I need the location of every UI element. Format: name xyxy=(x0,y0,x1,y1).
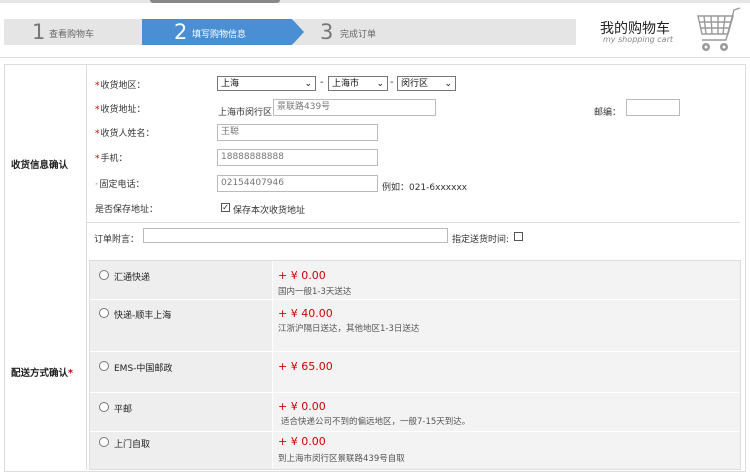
order-note-label: 订单附言： xyxy=(94,235,140,245)
required-star: * xyxy=(95,81,100,91)
shipping-section-title: 配送方式确认* xyxy=(11,365,73,379)
shipping-section-label: 配送方式确认 xyxy=(11,368,69,379)
mobile-input[interactable]: 18888888888 xyxy=(217,149,378,166)
shipping-option-info-cell: + ¥ 0.00 国内一般1-3天送达 xyxy=(273,261,740,299)
mobile-label: *手机： xyxy=(95,151,128,164)
step-label: 填写购物信息 xyxy=(192,30,247,40)
shipping-option-name-cell: 快递-顺丰上海 xyxy=(90,300,273,351)
shipping-option-price: + ¥ 0.00 xyxy=(278,269,326,282)
receiver-section-title: 收货信息确认 xyxy=(11,160,69,171)
shipping-option-radio[interactable] xyxy=(99,437,109,447)
shipping-option-row[interactable]: 汇通快递 + ¥ 0.00 国内一般1-3天送达 xyxy=(90,261,740,300)
step-fill-info[interactable]: 2 填写购物信息 xyxy=(142,19,292,45)
active-step-arrow xyxy=(292,19,304,45)
city-value: 上海市 xyxy=(332,79,360,89)
shipping-option-info-cell: + ¥ 0.00 到上海市闵行区景联路439号自取 xyxy=(273,432,740,469)
district-select[interactable]: 闵行区 ⌄ xyxy=(397,76,456,91)
region-separator: - xyxy=(390,77,394,88)
shipping-option-name: EMS-中国邮政 xyxy=(114,364,173,374)
header-divider xyxy=(0,57,750,58)
optional-mark: * xyxy=(95,181,99,189)
shipping-option-name-cell: 上门自取 xyxy=(90,432,273,469)
name-label-text: 收货人姓名： xyxy=(100,129,155,139)
shipping-option-name-cell: EMS-中国邮政 xyxy=(90,352,273,392)
shipping-option-name-cell: 汇通快递 xyxy=(90,261,273,299)
region-label: *收货地区： xyxy=(95,78,146,91)
mobile-label-text: 手机： xyxy=(100,154,128,164)
shipping-option-desc: 到上海市闵行区景联路439号自取 xyxy=(278,454,405,464)
step-number: 3 xyxy=(320,20,334,44)
shipping-option-name-cell: 平邮 xyxy=(90,393,273,431)
shopping-cart-icon xyxy=(697,7,741,51)
order-note-input[interactable] xyxy=(143,228,448,243)
shipping-option-name: 上门自取 xyxy=(114,440,151,450)
step-number: 1 xyxy=(32,20,46,44)
district-value: 闵行区 xyxy=(401,79,429,89)
address-label-text: 收货地址： xyxy=(100,105,146,115)
save-address-checkbox-label[interactable]: 保存本次收货地址 xyxy=(233,203,305,216)
shipping-option-row[interactable]: 上门自取 + ¥ 0.00 到上海市闵行区景联路439号自取 xyxy=(90,432,740,469)
shipping-option-desc: 国内一般1-3天送达 xyxy=(278,287,352,297)
region-label-text: 收货地区： xyxy=(100,81,146,91)
shipping-option-row[interactable]: EMS-中国邮政 + ¥ 65.00 xyxy=(90,352,740,393)
shipping-options-table: 汇通快递 + ¥ 0.00 国内一般1-3天送达 快递-顺丰上海 + ¥ 40.… xyxy=(89,260,741,470)
city-select[interactable]: 上海市 ⌄ xyxy=(328,76,388,91)
address-label: *收货地址： xyxy=(95,102,146,115)
step-number: 2 xyxy=(174,20,188,44)
zip-label: 邮编： xyxy=(594,108,622,118)
shipping-option-desc: 适合快递公司不到的偏远地区，一般7-15天到达。 xyxy=(281,417,471,427)
shipping-option-row[interactable]: 平邮 + ¥ 0.00 适合快递公司不到的偏远地区，一般7-15天到达。 xyxy=(90,393,740,432)
phone-label-text: 固定电话： xyxy=(99,180,145,190)
name-input[interactable]: 王聪 xyxy=(217,124,378,141)
phone-example: 例如：021-6xxxxxx xyxy=(382,183,468,193)
shipping-option-radio[interactable] xyxy=(99,361,109,371)
save-address-checkbox[interactable]: ✓ xyxy=(221,203,230,212)
chevron-down-icon: ⌄ xyxy=(304,79,312,89)
chevron-down-icon: ⌄ xyxy=(376,79,384,89)
shipping-option-radio[interactable] xyxy=(99,402,109,412)
province-select[interactable]: 上海 ⌄ xyxy=(217,76,316,91)
zip-input[interactable] xyxy=(626,99,680,116)
checkout-steps: 1 查看购物车 2 填写购物信息 3 完成订单 xyxy=(4,19,576,45)
cart-subtitle: my shopping cart xyxy=(603,35,673,44)
shipping-option-name: 汇通快递 xyxy=(114,273,151,283)
step-label: 完成订单 xyxy=(340,30,377,40)
region-separator: - xyxy=(320,77,324,88)
address-prefix: 上海市闵行区 xyxy=(218,108,273,118)
save-address-label: 是否保存地址： xyxy=(95,205,159,215)
shipping-option-name: 平邮 xyxy=(114,405,133,415)
required-star: * xyxy=(95,105,100,115)
shipping-option-desc: 江浙沪隔日送达，其他地区1-3日送达 xyxy=(278,324,420,334)
required-star: * xyxy=(95,129,100,139)
shipping-option-price: + ¥ 40.00 xyxy=(278,307,333,320)
step-view-cart[interactable]: 1 查看购物车 xyxy=(4,19,144,45)
address-input[interactable]: 景联路439号 xyxy=(273,99,436,116)
required-mark: * xyxy=(68,368,73,379)
step-label: 查看购物车 xyxy=(49,30,95,40)
chevron-down-icon: ⌄ xyxy=(444,79,452,89)
shipping-option-name: 快递-顺丰上海 xyxy=(114,311,172,321)
delivery-time-checkbox[interactable] xyxy=(514,232,523,241)
top-decoration-line xyxy=(0,0,750,3)
required-star: * xyxy=(95,154,100,164)
shipping-option-info-cell: + ¥ 65.00 xyxy=(273,352,740,392)
delivery-time-label: 指定送货时间: xyxy=(452,235,510,245)
shipping-option-info-cell: + ¥ 40.00 江浙沪隔日送达，其他地区1-3日送达 xyxy=(273,300,740,351)
phone-input[interactable]: 02154407946 xyxy=(217,175,378,192)
shipping-option-radio[interactable] xyxy=(99,270,109,280)
shipping-option-price: + ¥ 65.00 xyxy=(278,360,333,373)
shipping-option-price: + ¥ 0.00 xyxy=(278,400,326,413)
name-label: *收货人姓名： xyxy=(95,126,155,139)
phone-label: *固定电话： xyxy=(95,177,145,190)
province-value: 上海 xyxy=(221,79,240,89)
shipping-option-info-cell: + ¥ 0.00 适合快递公司不到的偏远地区，一般7-15天到达。 xyxy=(273,393,740,431)
shipping-option-radio[interactable] xyxy=(99,308,109,318)
top-shade xyxy=(150,0,280,3)
shipping-option-price: + ¥ 0.00 xyxy=(278,435,326,448)
shipping-option-row[interactable]: 快递-顺丰上海 + ¥ 40.00 江浙沪隔日送达，其他地区1-3日送达 xyxy=(90,300,740,352)
step-complete-order[interactable]: 3 完成订单 xyxy=(294,19,576,45)
section-divider xyxy=(86,64,87,470)
